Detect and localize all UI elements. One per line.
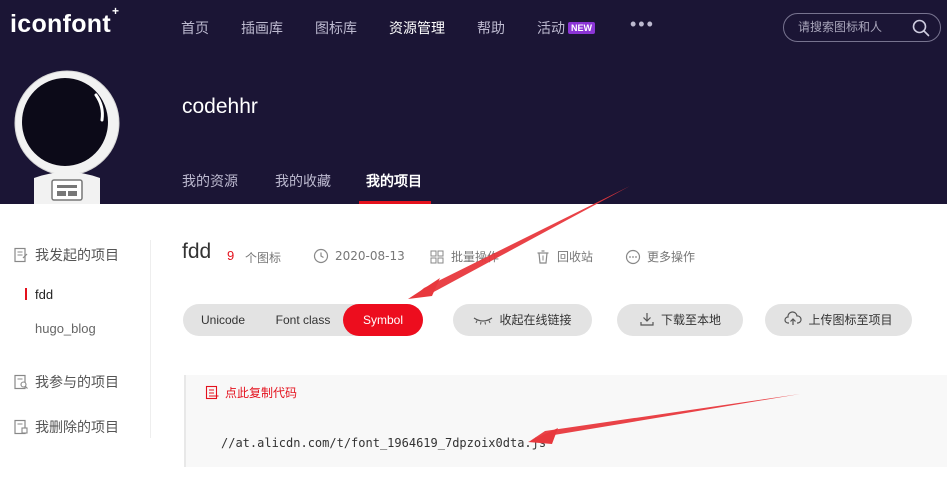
upload-cloud-icon xyxy=(784,311,803,325)
sidebar-divider xyxy=(150,240,151,438)
sidebar-section-label: 我删除的项目 xyxy=(35,420,119,436)
more-circle-icon xyxy=(625,249,641,265)
nav-resource-management[interactable]: 资源管理 xyxy=(389,18,445,38)
recycle-bin-label: 回收站 xyxy=(557,250,594,264)
nav-help[interactable]: 帮助 xyxy=(477,18,505,38)
tab-symbol[interactable]: Symbol xyxy=(343,304,423,336)
more-operations-button[interactable]: 更多操作 xyxy=(625,248,695,265)
download-local-label: 下载至本地 xyxy=(660,313,721,327)
upload-icons-button[interactable]: 上传图标至项目 xyxy=(765,304,912,336)
tab-my-projects[interactable]: 我的项目 xyxy=(366,171,422,191)
nav-activity-label: 活动 xyxy=(537,21,565,37)
collapse-online-link-button[interactable]: 收起在线链接 xyxy=(453,304,592,336)
upload-icons-label: 上传图标至项目 xyxy=(808,313,893,327)
recycle-bin-button[interactable]: 回收站 xyxy=(535,248,593,265)
icon-count: 9 xyxy=(227,248,235,263)
sidebar-item-fdd[interactable]: fdd xyxy=(35,287,53,302)
project-title: fdd xyxy=(182,240,212,263)
project-delete-icon xyxy=(14,419,28,435)
nav-illustrations[interactable]: 插画库 xyxy=(241,18,283,38)
tab-my-favorites[interactable]: 我的收藏 xyxy=(275,171,331,191)
more-menu-icon[interactable]: ••• xyxy=(630,14,655,35)
search-input[interactable] xyxy=(798,20,908,34)
sidebar-my-joined-projects[interactable]: 我参与的项目 xyxy=(13,372,119,392)
copy-code-label: 点此复制代码 xyxy=(225,386,298,400)
sidebar-item-hugo-blog[interactable]: hugo_blog xyxy=(35,321,96,336)
symbol-js-url[interactable]: //at.alicdn.com/t/font_1964619_7dpzoix0d… xyxy=(221,436,546,450)
nav-icon-library[interactable]: 图标库 xyxy=(315,18,357,38)
sidebar-section-label: 我发起的项目 xyxy=(35,248,119,264)
active-tab-indicator xyxy=(359,201,431,204)
copy-code-link[interactable]: 点此复制代码 xyxy=(205,384,297,401)
sidebar-my-deleted-projects[interactable]: 我删除的项目 xyxy=(13,417,119,437)
more-operations-label: 更多操作 xyxy=(647,250,696,264)
link-icon xyxy=(474,317,493,325)
batch-operation-button[interactable]: 批量操作 xyxy=(429,248,499,265)
nav-activity[interactable]: 活动 NEW xyxy=(537,18,595,38)
search-box xyxy=(783,13,941,42)
copy-icon xyxy=(205,385,219,400)
active-item-marker xyxy=(25,288,27,300)
clock-icon xyxy=(313,248,329,264)
nav-home[interactable]: 首页 xyxy=(181,18,209,38)
grid-icon xyxy=(430,250,444,264)
sidebar-section-label: 我参与的项目 xyxy=(35,375,119,391)
batch-operation-label: 批量操作 xyxy=(451,250,500,264)
project-date-text: 2020-08-13 xyxy=(335,249,405,263)
tab-unicode[interactable]: Unicode xyxy=(183,304,263,336)
format-tab-group: Unicode Font class Symbol xyxy=(183,304,423,336)
top-navbar: iconfont+ 首页 插画库 图标库 资源管理 帮助 活动 NEW ••• xyxy=(0,0,947,56)
download-local-button[interactable]: 下载至本地 xyxy=(617,304,743,336)
profile-username: codehhr xyxy=(182,95,258,118)
collapse-online-link-label: 收起在线链接 xyxy=(499,313,572,327)
iconfont-logo[interactable]: iconfont+ xyxy=(10,4,119,39)
new-badge: NEW xyxy=(568,22,595,34)
project-date: 2020-08-13 xyxy=(313,248,405,264)
trash-icon xyxy=(537,250,549,264)
profile-hero: iconfont+ 首页 插画库 图标库 资源管理 帮助 活动NEW ••• c… xyxy=(0,0,947,204)
sidebar-my-initiated-projects[interactable]: 我发起的项目 xyxy=(13,245,119,265)
astronaut-avatar[interactable] xyxy=(12,70,122,204)
tab-my-resources[interactable]: 我的资源 xyxy=(182,171,238,191)
project-search-icon xyxy=(14,374,28,390)
arrow-to-symbol-tab-tip xyxy=(408,278,440,299)
project-doc-icon xyxy=(14,247,28,263)
code-panel xyxy=(184,375,947,467)
icon-count-label: 个图标 xyxy=(245,251,282,265)
tab-font-class[interactable]: Font class xyxy=(263,304,343,336)
search-icon[interactable] xyxy=(912,19,930,37)
download-icon xyxy=(640,313,654,326)
